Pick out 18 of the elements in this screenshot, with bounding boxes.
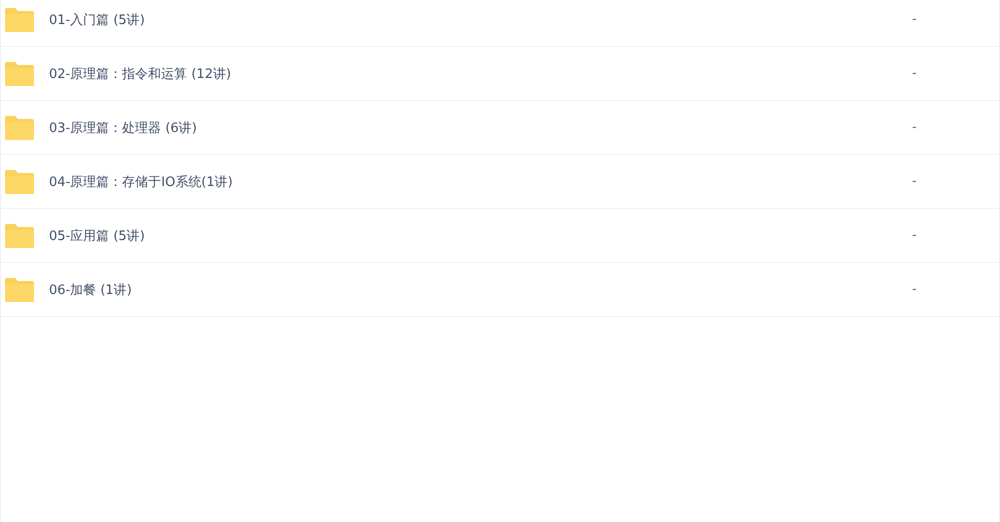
folder-icon xyxy=(4,6,35,32)
folder-name[interactable]: 03-原理篇：处理器 (6讲) xyxy=(49,118,912,136)
folder-icon xyxy=(4,222,35,248)
folder-icon xyxy=(4,60,35,86)
folder-name[interactable]: 02-原理篇：指令和运算 (12讲) xyxy=(49,64,912,82)
folder-name[interactable]: 04-原理篇：存储于IO系统(1讲) xyxy=(49,172,912,190)
folder-size: - xyxy=(912,282,918,297)
folder-name[interactable]: 05-应用篇 (5讲) xyxy=(49,226,912,244)
folder-icon xyxy=(4,168,35,194)
folder-size: - xyxy=(912,228,918,243)
folder-icon xyxy=(4,276,35,302)
folder-name[interactable]: 06-加餐 (1讲) xyxy=(49,280,912,298)
folder-size: - xyxy=(912,12,918,27)
folder-size: - xyxy=(912,66,918,81)
folder-icon xyxy=(4,114,35,140)
folder-size: - xyxy=(912,174,918,189)
folder-size: - xyxy=(912,120,918,135)
folder-name[interactable]: 01-入门篇 (5讲) xyxy=(49,10,912,28)
